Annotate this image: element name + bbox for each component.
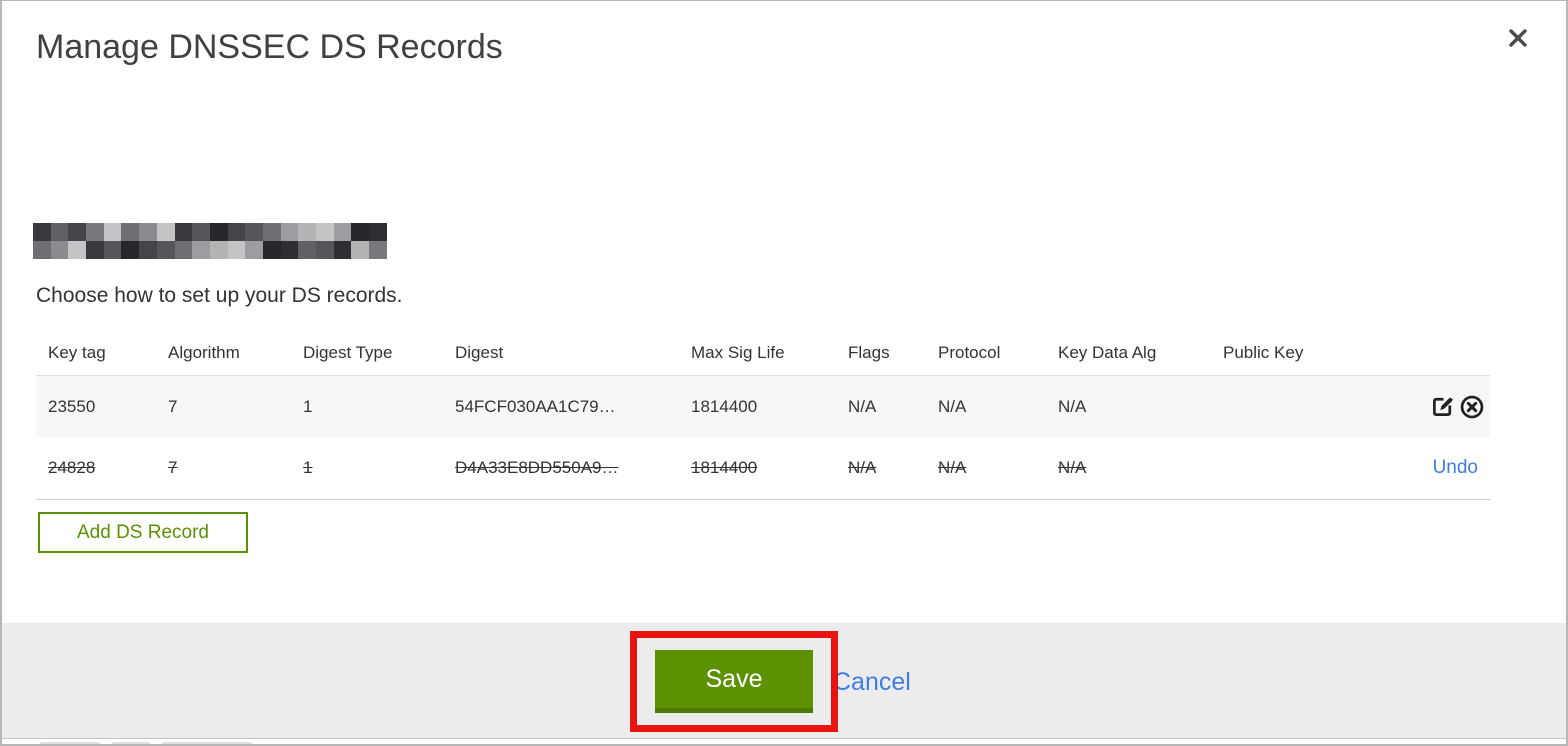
redaction-pixel bbox=[351, 241, 370, 259]
row1-key-data-alg: N/A bbox=[1058, 396, 1087, 416]
edit-icon bbox=[1432, 397, 1453, 416]
background-page-edge bbox=[0, 740, 1568, 746]
subtitle-text: Choose how to set up your DS records. bbox=[36, 284, 403, 307]
col-header-digest: Digest bbox=[455, 342, 504, 362]
redaction-pixel bbox=[103, 223, 122, 241]
redaction-pixel bbox=[316, 223, 334, 241]
table-row: 23550 7 1 54FCF030AA1C79… 1814400 N/A N/… bbox=[36, 376, 1490, 437]
redaction-pixel bbox=[156, 223, 175, 241]
col-header-protocol: Protocol bbox=[938, 342, 1001, 362]
redaction-pixel bbox=[68, 223, 87, 241]
redaction-pixel bbox=[33, 241, 51, 259]
undo-link[interactable]: Undo bbox=[1433, 457, 1486, 479]
col-header-max-sig-life: Max Sig Life bbox=[691, 342, 785, 362]
redacted-domain-name bbox=[33, 223, 387, 259]
row2-digest-type: 1 bbox=[303, 458, 313, 477]
col-header-algorithm: Algorithm bbox=[168, 342, 240, 362]
redaction-pixel bbox=[298, 223, 316, 241]
row2-key-tag: 24828 bbox=[48, 458, 96, 477]
save-button[interactable]: Save bbox=[655, 650, 813, 713]
redaction-pixel bbox=[333, 223, 352, 241]
row1-actions bbox=[1363, 393, 1490, 421]
redaction-pixel bbox=[139, 223, 157, 241]
row1-digest-type: 1 bbox=[303, 396, 313, 416]
edit-record-button[interactable] bbox=[1428, 393, 1456, 421]
redaction-pixel bbox=[121, 241, 140, 259]
redaction-pixel bbox=[174, 241, 193, 259]
redaction-pixel bbox=[192, 241, 210, 259]
row1-protocol: N/A bbox=[938, 396, 967, 416]
row1-digest: 54FCF030AA1C79… bbox=[455, 396, 616, 416]
redaction-pixel bbox=[33, 223, 51, 241]
col-header-digest-type: Digest Type bbox=[303, 342, 393, 362]
col-header-key-data-alg: Key Data Alg bbox=[1058, 342, 1157, 362]
row2-max-sig-life: 1814400 bbox=[691, 458, 758, 477]
row2-protocol: N/A bbox=[938, 458, 967, 477]
redaction-pixel bbox=[68, 241, 87, 259]
redaction-pixel bbox=[298, 241, 316, 259]
redaction-pixel bbox=[86, 241, 104, 259]
close-icon[interactable] bbox=[1500, 20, 1536, 56]
redaction-pixel bbox=[209, 241, 228, 259]
page-title: Manage DNSSEC DS Records bbox=[36, 28, 503, 66]
row2-algorithm: 7 bbox=[168, 458, 178, 477]
redaction-pixel bbox=[333, 241, 352, 259]
redaction-pixel bbox=[50, 241, 69, 259]
row2-flags: N/A bbox=[848, 458, 877, 477]
col-header-key-tag: Key tag bbox=[48, 342, 106, 362]
redaction-pixel bbox=[227, 223, 246, 241]
redaction-pixel bbox=[139, 241, 157, 259]
redaction-pixel bbox=[369, 241, 387, 259]
redaction-pixel bbox=[280, 223, 299, 241]
redaction-pixel bbox=[121, 223, 140, 241]
redaction-pixel bbox=[156, 241, 175, 259]
redaction-pixel bbox=[209, 223, 228, 241]
row1-key-tag: 23550 bbox=[48, 396, 96, 416]
close-x-glyph bbox=[1509, 29, 1527, 47]
table-row-deleted: 24828 7 1 D4A33E8DD550A9… 1814400 N/A N/… bbox=[36, 437, 1490, 500]
row2-key-data-alg: N/A bbox=[1058, 458, 1087, 477]
redaction-pixel bbox=[245, 241, 263, 259]
redaction-pixel bbox=[227, 241, 246, 259]
redaction-pixel bbox=[50, 223, 69, 241]
col-header-public-key: Public Key bbox=[1223, 342, 1304, 362]
redaction-pixel bbox=[280, 241, 299, 259]
table-header-row: Key tag Algorithm Digest Type Digest Max… bbox=[36, 330, 1490, 376]
redaction-pixel bbox=[192, 223, 210, 241]
row1-algorithm: 7 bbox=[168, 396, 178, 416]
row1-flags: N/A bbox=[848, 396, 877, 416]
ds-records-table: Key tag Algorithm Digest Type Digest Max… bbox=[36, 330, 1490, 500]
row2-actions: Undo bbox=[1363, 457, 1490, 479]
redaction-pixel bbox=[262, 223, 281, 241]
col-header-flags: Flags bbox=[848, 342, 890, 362]
redaction-pixel bbox=[103, 241, 122, 259]
delete-record-button[interactable] bbox=[1458, 393, 1486, 421]
cancel-link[interactable]: Cancel bbox=[833, 668, 911, 697]
redaction-pixel bbox=[174, 223, 193, 241]
redaction-pixel bbox=[262, 241, 281, 259]
redaction-pixel bbox=[86, 223, 104, 241]
redaction-pixel bbox=[369, 223, 387, 241]
add-ds-record-button[interactable]: Add DS Record bbox=[38, 512, 248, 553]
redaction-pixel bbox=[245, 223, 263, 241]
row2-digest: D4A33E8DD550A9… bbox=[455, 458, 619, 477]
redaction-pixel bbox=[351, 223, 370, 241]
row1-max-sig-life: 1814400 bbox=[691, 396, 758, 416]
delete-circle-x-icon bbox=[1460, 395, 1484, 418]
redaction-pixel bbox=[316, 241, 334, 259]
